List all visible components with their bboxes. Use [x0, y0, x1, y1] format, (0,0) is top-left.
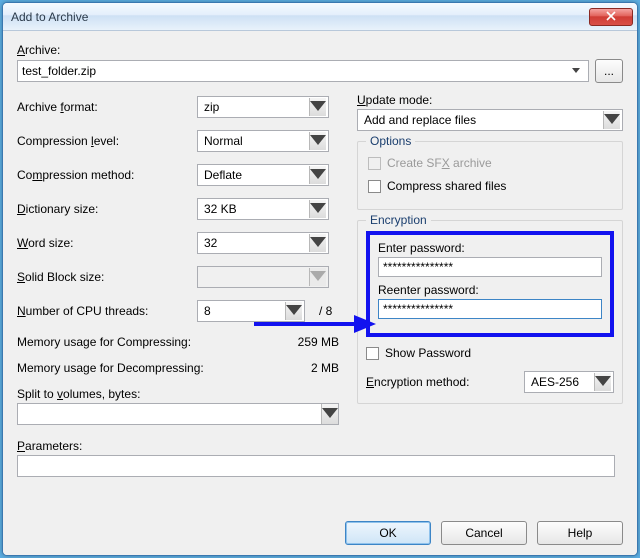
show-password-checkbox[interactable]: [366, 347, 379, 360]
dialog-window: Add to Archive Archive: test_folder.zip …: [2, 2, 638, 556]
cpu-label: Number of CPU threads:: [17, 304, 197, 318]
chevron-down-icon: [309, 268, 326, 286]
chevron-down-icon: [309, 132, 326, 150]
chevron-down-icon: [309, 200, 326, 218]
reenter-password-input[interactable]: ***************: [378, 299, 602, 319]
password-mask: ***************: [383, 302, 453, 316]
reenter-password-label: Reenter password:: [378, 283, 602, 297]
enter-password-label: Enter password:: [378, 241, 602, 255]
enter-password-input[interactable]: ***************: [378, 257, 602, 277]
archive-path-combo[interactable]: test_folder.zip: [17, 60, 589, 82]
right-column: Update mode: Add and replace files Optio…: [357, 93, 623, 425]
help-button[interactable]: Help: [537, 521, 623, 545]
format-combo[interactable]: zip: [197, 96, 329, 118]
level-combo[interactable]: Normal: [197, 130, 329, 152]
parameters-label: Parameters:: [17, 439, 623, 453]
show-password-label: Show Password: [385, 346, 471, 360]
cpu-value: 8: [204, 304, 211, 318]
split-label: Split to volumes, bytes:: [17, 387, 339, 401]
enc-method-value: AES-256: [531, 375, 579, 389]
update-label: Update mode:: [357, 93, 623, 107]
dict-combo[interactable]: 32 KB: [197, 198, 329, 220]
window-title: Add to Archive: [11, 10, 88, 24]
show-password-row[interactable]: Show Password: [366, 343, 614, 363]
dict-value: 32 KB: [204, 202, 237, 216]
archive-path-value: test_folder.zip: [22, 64, 96, 78]
chevron-down-icon: [285, 302, 302, 320]
chevron-down-icon: [594, 373, 611, 391]
dict-label: Dictionary size:: [17, 202, 197, 216]
close-button[interactable]: [589, 8, 633, 26]
level-label: Compression level:: [17, 134, 197, 148]
ok-button[interactable]: OK: [345, 521, 431, 545]
chevron-down-icon: [309, 98, 326, 116]
sfx-row: Create SFX archive: [368, 153, 612, 173]
chevron-down-icon: [309, 234, 326, 252]
shared-row[interactable]: Compress shared files: [368, 176, 612, 196]
cpu-combo[interactable]: 8: [197, 300, 305, 322]
word-value: 32: [204, 236, 217, 250]
cancel-button[interactable]: Cancel: [441, 521, 527, 545]
solid-label: Solid Block size:: [17, 270, 197, 284]
chevron-down-icon: [321, 404, 338, 424]
parameters-input[interactable]: [17, 455, 615, 477]
mem-compress-label: Memory usage for Compressing:: [17, 335, 191, 349]
method-label: Compression method:: [17, 168, 197, 182]
cpu-total-label: / 8: [319, 304, 332, 318]
method-value: Deflate: [204, 168, 242, 182]
chevron-down-icon: [568, 68, 584, 74]
word-combo[interactable]: 32: [197, 232, 329, 254]
update-value: Add and replace files: [364, 113, 476, 127]
archive-label: Archive:: [17, 43, 623, 57]
shared-checkbox[interactable]: [368, 180, 381, 193]
enc-method-combo[interactable]: AES-256: [524, 371, 614, 393]
close-icon: [606, 10, 616, 24]
shared-label: Compress shared files: [387, 179, 506, 193]
split-combo[interactable]: [17, 403, 339, 425]
encryption-highlight: Enter password: *************** Reenter …: [366, 231, 614, 337]
mem-compress-value: 259 MB: [269, 335, 339, 349]
client-area: Archive: test_folder.zip ... Archive for…: [3, 31, 637, 555]
word-label: Word size:: [17, 236, 197, 250]
sfx-label: Create SFX archive: [387, 156, 492, 170]
encryption-legend: Encryption: [366, 213, 431, 227]
chevron-down-icon: [603, 111, 620, 129]
update-combo[interactable]: Add and replace files: [357, 109, 623, 131]
mem-decompress-value: 2 MB: [269, 361, 339, 375]
format-label: Archive format:: [17, 100, 197, 114]
chevron-down-icon: [309, 166, 326, 184]
solid-combo: [197, 266, 329, 288]
password-mask: ***************: [383, 260, 453, 274]
mem-decompress-label: Memory usage for Decompressing:: [17, 361, 204, 375]
level-value: Normal: [204, 134, 243, 148]
method-combo[interactable]: Deflate: [197, 164, 329, 186]
titlebar: Add to Archive: [3, 3, 637, 31]
encryption-group: Encryption Enter password: *************…: [357, 220, 623, 404]
sfx-checkbox: [368, 157, 381, 170]
left-column: Archive format: zip Compression level: N…: [17, 93, 339, 425]
browse-button[interactable]: ...: [595, 59, 623, 83]
enc-method-label: Encryption method:: [366, 375, 469, 389]
browse-label: ...: [604, 64, 614, 78]
options-group: Options Create SFX archive Compress shar…: [357, 141, 623, 210]
format-value: zip: [204, 100, 219, 114]
options-legend: Options: [366, 134, 415, 148]
